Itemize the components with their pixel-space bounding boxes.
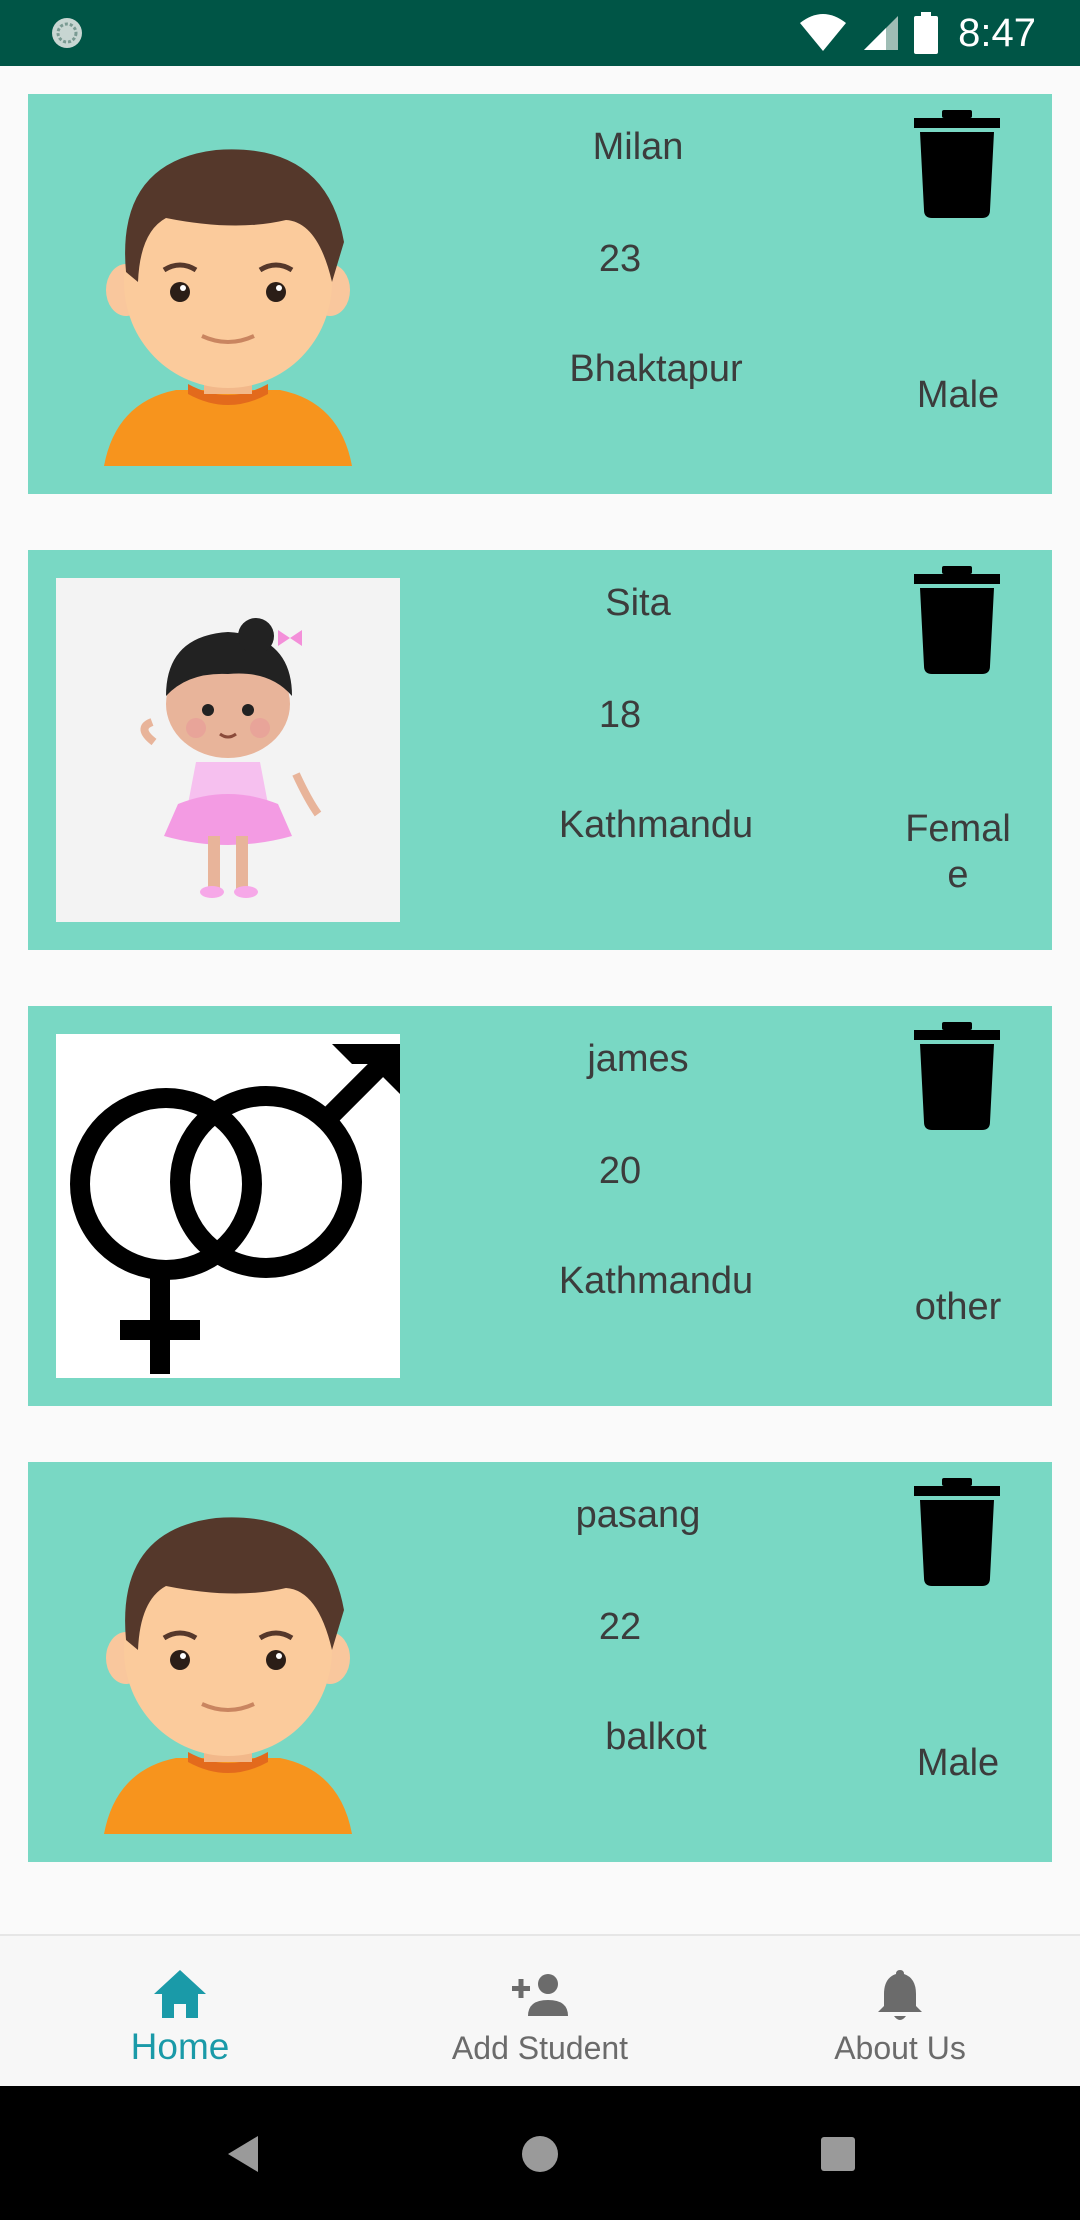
- recents-icon[interactable]: [812, 2128, 864, 2180]
- nav-about-us-label: About Us: [834, 2030, 966, 2066]
- student-card[interactable]: Sita 18 Kathmandu Female: [28, 550, 1052, 950]
- gender-symbol-icon: [56, 1034, 400, 1378]
- back-icon[interactable]: [216, 2128, 268, 2180]
- boy-avatar-icon: [56, 122, 400, 466]
- student-address: Kathmandu: [558, 1260, 754, 1302]
- student-photo: [56, 578, 400, 922]
- student-gender: other: [914, 1286, 1002, 1328]
- status-bar: 8:47: [0, 0, 1080, 66]
- girl-avatar-icon: [56, 578, 400, 922]
- nav-home-label: Home: [130, 2026, 230, 2067]
- student-address: balkot: [605, 1716, 707, 1758]
- trash-icon[interactable]: [914, 1022, 1000, 1130]
- student-photo: [56, 122, 400, 466]
- student-address: Bhaktapur: [569, 348, 743, 390]
- wifi-icon: [800, 14, 847, 51]
- student-card[interactable]: Milan 23 Bhaktapur Male: [28, 94, 1052, 494]
- trash-icon[interactable]: [914, 110, 1000, 218]
- boy-avatar-icon: [56, 1490, 400, 1834]
- student-address: Kathmandu: [558, 804, 754, 846]
- bell-icon: [878, 1970, 922, 2020]
- student-card[interactable]: james 20 Kathmandu other: [28, 1006, 1052, 1406]
- system-navigation-bar: [0, 2086, 1080, 2220]
- student-age: 23: [598, 238, 642, 280]
- student-photo: [56, 1034, 400, 1378]
- student-age: 22: [598, 1606, 642, 1648]
- student-name: pasang: [575, 1494, 701, 1536]
- person-add-icon: [512, 1974, 568, 2016]
- student-gender: Male: [916, 1742, 1000, 1784]
- student-name: Sita: [605, 582, 671, 624]
- student-card[interactable]: pasang 22 balkot Male: [28, 1462, 1052, 1862]
- nav-add-student[interactable]: Add Student: [360, 1936, 720, 2088]
- home-button-icon[interactable]: [514, 2128, 566, 2180]
- nav-about-us[interactable]: About Us: [720, 1936, 1080, 2088]
- trash-icon[interactable]: [914, 1478, 1000, 1586]
- student-name: james: [587, 1038, 689, 1080]
- student-gender: Female: [905, 808, 1011, 896]
- battery-icon: [914, 12, 939, 54]
- home-icon: [154, 1970, 206, 2018]
- student-age: 20: [598, 1150, 642, 1192]
- bottom-navigation: Home Add Student About Us: [0, 1934, 1080, 2088]
- app-notification-icon: [52, 18, 82, 48]
- student-gender: Male: [916, 374, 1000, 416]
- student-photo: [56, 1490, 400, 1834]
- student-age: 18: [598, 694, 642, 736]
- clock: 8:47: [958, 10, 1036, 55]
- nav-home[interactable]: Home: [0, 1936, 360, 2088]
- trash-icon[interactable]: [914, 566, 1000, 674]
- student-name: Milan: [592, 126, 684, 168]
- signal-icon: [864, 16, 899, 50]
- nav-add-student-label: Add Student: [451, 2030, 629, 2066]
